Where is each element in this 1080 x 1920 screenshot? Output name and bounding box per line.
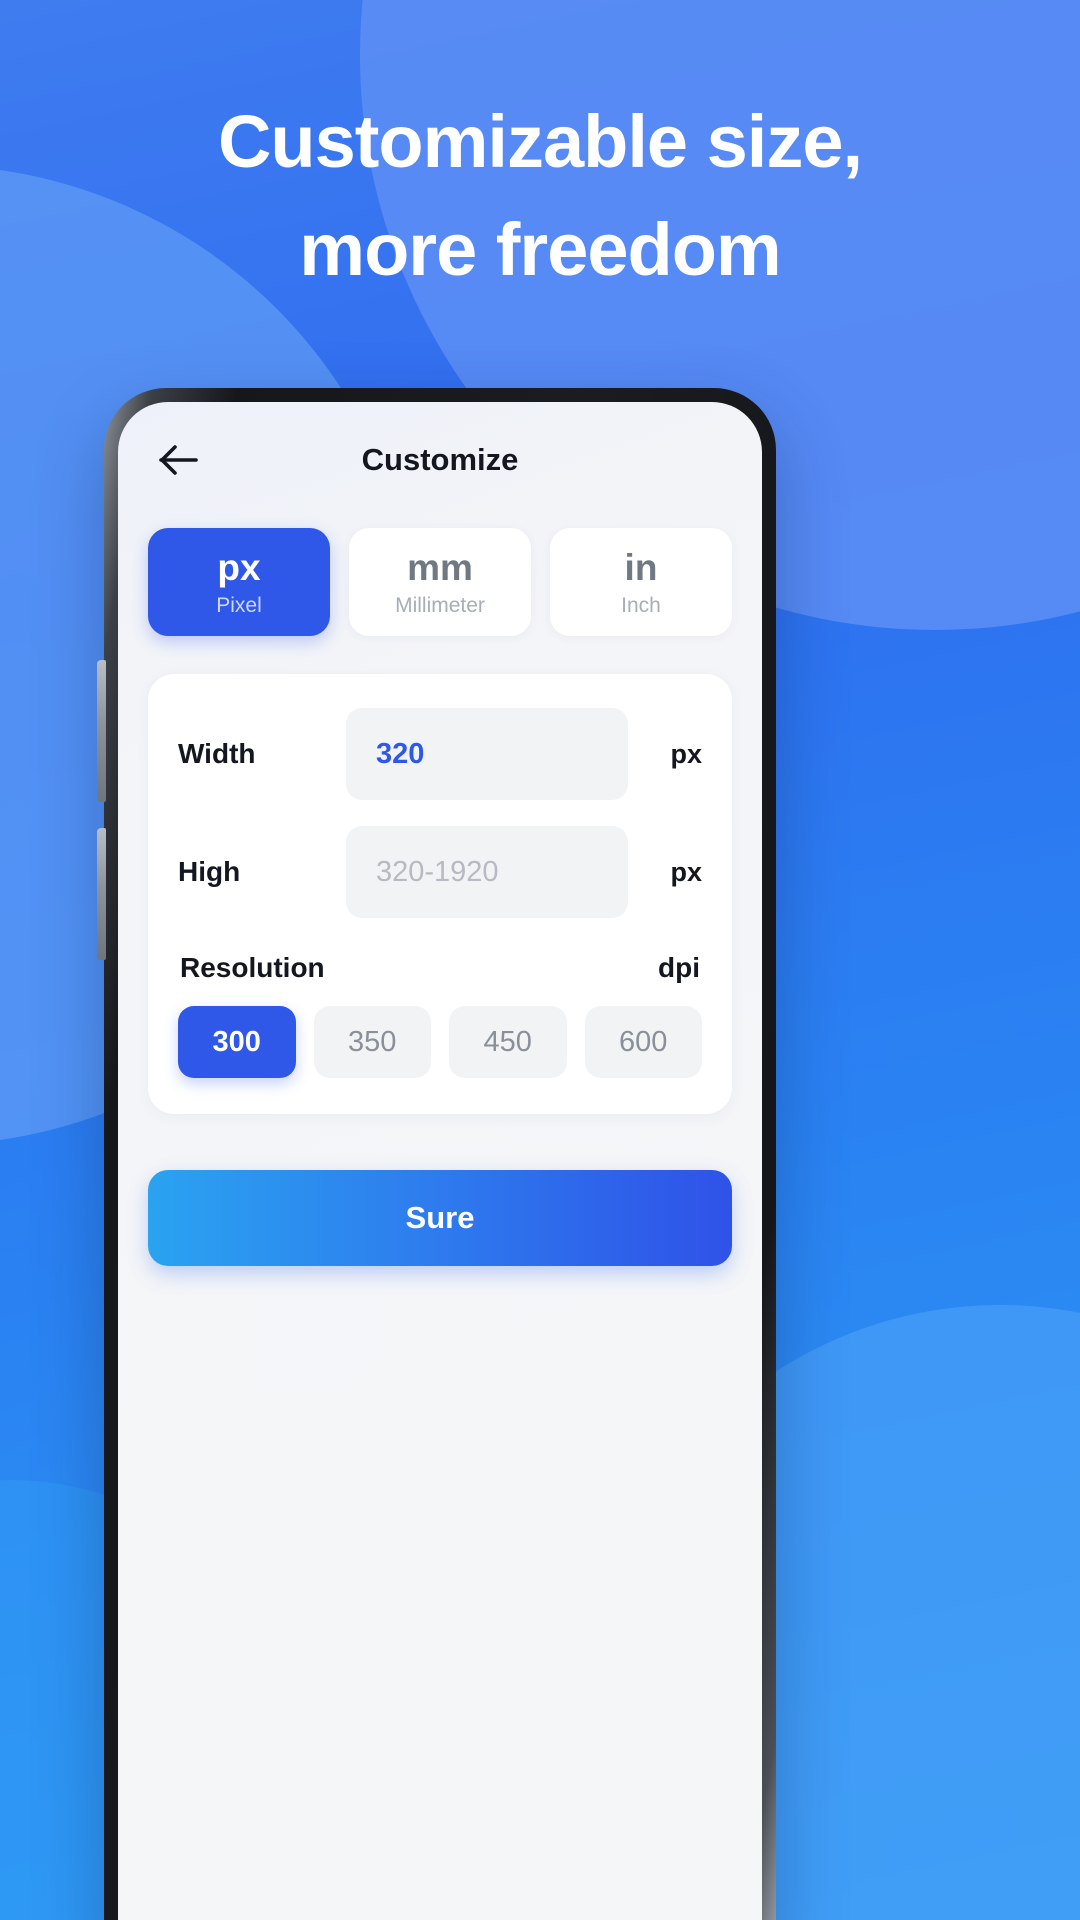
width-label: Width xyxy=(178,738,256,769)
resolution-row: Resolution dpi xyxy=(178,952,702,984)
resolution-label: Resolution xyxy=(180,952,325,983)
high-unit-label: px xyxy=(670,856,702,887)
width-row: Width 320 px xyxy=(178,708,702,800)
resolution-options: 300 350 450 600 xyxy=(178,1006,702,1078)
unit-tab-in-abbr: in xyxy=(624,546,658,588)
unit-tab-mm-name: Millimeter xyxy=(395,593,485,617)
width-unit-label: px xyxy=(670,738,702,769)
unit-tab-mm-abbr: mm xyxy=(407,546,473,588)
resolution-unit-label: dpi xyxy=(658,952,700,983)
dpi-option-300[interactable]: 300 xyxy=(178,1006,296,1078)
back-arrow-icon[interactable] xyxy=(152,433,206,487)
promo-headline-line-1: Customizable size, xyxy=(217,100,863,183)
high-input[interactable]: 320-1920 xyxy=(346,826,628,918)
promo-headline-line-2: more freedom xyxy=(299,208,781,291)
phone-power-button xyxy=(97,828,106,960)
width-input[interactable]: 320 xyxy=(346,708,628,800)
page-title: Customize xyxy=(361,442,519,477)
phone-volume-button xyxy=(97,660,106,802)
high-row: High 320-1920 px xyxy=(178,826,702,918)
promo-screenshot: Customizable size, more freedom Customiz… xyxy=(0,0,1080,1920)
unit-tab-px-abbr: px xyxy=(217,546,261,588)
unit-tab-mm[interactable]: mm Millimeter xyxy=(349,528,531,636)
unit-tab-px[interactable]: px Pixel xyxy=(148,528,330,636)
promo-headline: Customizable size, more freedom xyxy=(0,88,1080,304)
high-label: High xyxy=(178,856,241,887)
unit-tab-in-name: Inch xyxy=(621,593,661,617)
dpi-option-450[interactable]: 450 xyxy=(449,1006,567,1078)
unit-tab-in[interactable]: in Inch xyxy=(550,528,732,636)
app-header: Customize xyxy=(118,402,762,518)
dimensions-form-card: Width 320 px High 320-1920 px Resolution… xyxy=(148,674,732,1114)
dpi-option-350[interactable]: 350 xyxy=(313,1006,431,1078)
phone-mockup: Customize px Pixel mm Millimeter in Inch xyxy=(97,388,776,1920)
sure-button[interactable]: Sure xyxy=(148,1170,732,1266)
dpi-option-600[interactable]: 600 xyxy=(584,1006,702,1078)
unit-selector: px Pixel mm Millimeter in Inch xyxy=(118,518,762,636)
unit-tab-px-name: Pixel xyxy=(216,593,262,617)
phone-screen: Customize px Pixel mm Millimeter in Inch xyxy=(118,402,762,1920)
